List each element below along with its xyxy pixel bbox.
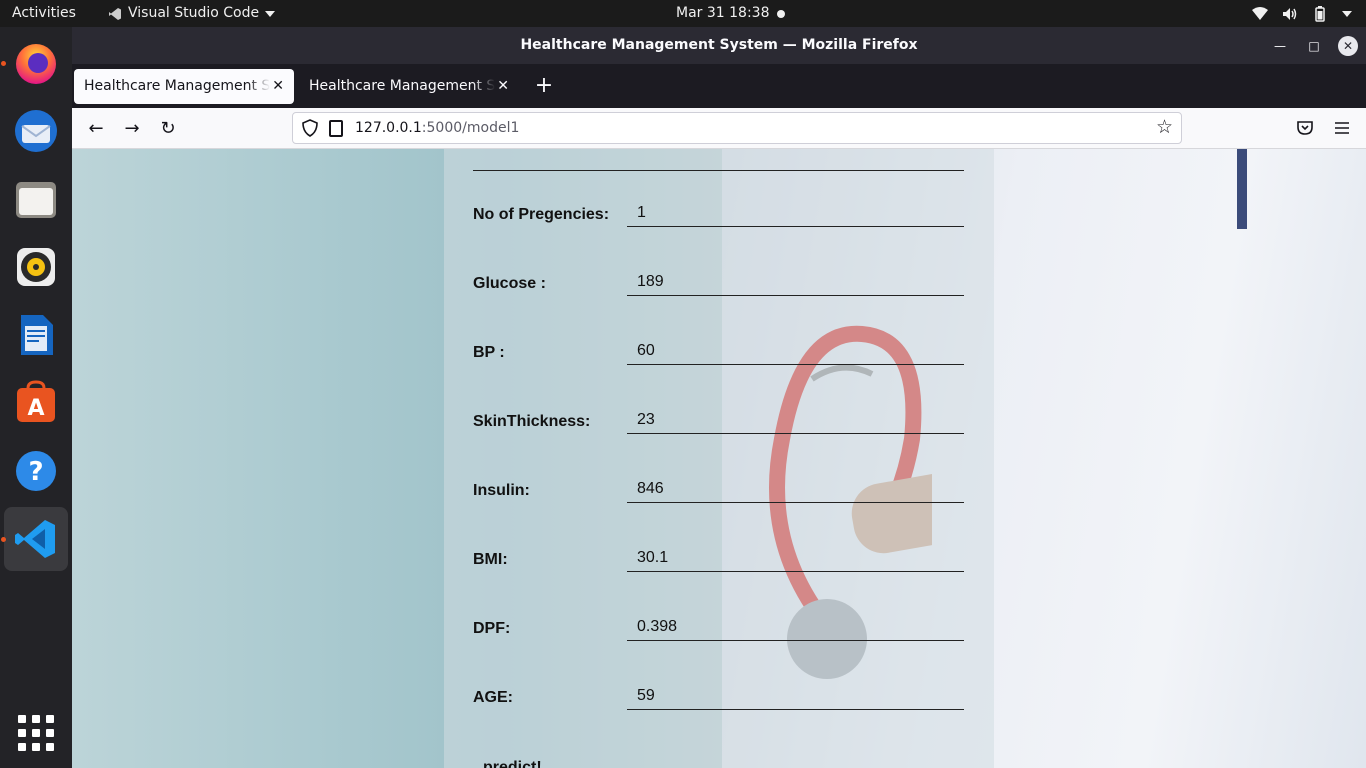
app-menu[interactable]: Visual Studio Code [108,0,276,27]
reload-icon[interactable]: ↻ [156,117,180,141]
vscode-icon [15,520,55,558]
browser-window: Healthcare Management System — Mozilla F… [72,27,1366,768]
tab-label: Healthcare Management System [309,78,495,94]
dock-firefox[interactable] [1,31,68,95]
new-tab-icon[interactable]: + [534,73,554,99]
running-indicator [1,537,6,542]
running-indicator [1,61,6,66]
activities-button[interactable]: Activities [12,0,76,27]
dock-writer[interactable] [4,303,68,367]
back-icon[interactable]: ← [84,117,108,141]
tab-second[interactable]: Healthcare Management System ✕ [299,69,519,104]
field-row-insulin: Insulin: [473,425,964,503]
forward-icon[interactable]: → [120,117,144,141]
clock[interactable]: Mar 31 18:38 [676,0,769,27]
age-input[interactable] [627,682,964,710]
field-row-bp: BP : [473,287,964,365]
battery-icon [1315,5,1325,22]
app-menu-label: Visual Studio Code [128,5,260,21]
predict-button[interactable]: predict! [483,759,542,768]
dock-files[interactable] [4,167,68,231]
tab-close-icon[interactable]: ✕ [497,69,509,104]
power-menu-icon [1342,10,1352,17]
dock-vscode[interactable] [1,507,68,571]
page-content: No of Pregencies: Glucose : BP : SkinThi… [72,149,1366,768]
navigation-bar: ← → ↻ 127.0.0.1:5000/model1 ☆ [72,108,1366,149]
url-path: :5000/model1 [421,120,520,136]
window-title: Healthcare Management System — Mozilla F… [520,37,918,53]
thunderbird-icon [15,110,57,152]
title-bar[interactable]: Healthcare Management System — Mozilla F… [72,27,1366,64]
writer-icon [21,315,53,355]
minimize-icon[interactable]: — [1270,36,1290,56]
files-icon [16,182,56,218]
vscode-mini-icon [109,7,121,20]
field-row-pregnancies: No of Pregencies: [473,149,964,227]
app-menu-icon[interactable] [1334,121,1350,135]
bookmark-star-icon[interactable]: ☆ [1156,116,1173,138]
url-bar[interactable]: 127.0.0.1:5000/model1 ☆ [292,112,1182,144]
dock: A ? [0,27,72,768]
page-info-icon[interactable] [329,120,343,137]
software-icon: A [17,380,55,422]
tab-close-icon[interactable]: ✕ [272,69,284,104]
svg-text:?: ? [28,457,43,487]
field-row-age: AGE: [473,632,964,710]
dock-thunderbird[interactable] [4,99,68,163]
url-host: 127.0.0.1 [355,120,422,136]
dock-help[interactable]: ? [4,439,68,503]
tab-model1-active[interactable]: Healthcare Management System ✕ [74,69,294,104]
url-text[interactable]: 127.0.0.1:5000/model1 [355,113,519,143]
wifi-icon [1252,6,1268,20]
firefox-icon [16,44,56,84]
rhythmbox-icon [17,248,55,286]
chevron-down-icon [265,10,276,17]
pocket-icon[interactable] [1296,120,1314,136]
notification-dot-icon [777,10,785,18]
system-tray[interactable] [1252,0,1352,27]
top-bar: Activities Visual Studio Code Mar 31 18:… [0,0,1366,27]
field-row-bmi: BMI: [473,494,964,572]
dock-software[interactable]: A [4,371,68,435]
tie-stripe [1237,149,1247,229]
show-apps-icon[interactable] [18,715,54,751]
volume-icon [1283,7,1297,20]
maximize-icon[interactable]: □ [1304,36,1324,56]
tab-label: Healthcare Management System [84,78,270,94]
dock-rhythmbox[interactable] [4,235,68,299]
close-window-icon[interactable]: ✕ [1338,36,1358,56]
tab-strip: Healthcare Management System ✕ Healthcar… [72,64,1366,108]
svg-text:A: A [27,396,44,421]
tracking-shield-icon[interactable] [301,119,319,137]
field-row-skin-thickness: SkinThickness: [473,356,964,434]
age-label: AGE: [473,689,513,706]
field-row-dpf: DPF: [473,563,964,641]
field-row-glucose: Glucose : [473,218,964,296]
help-icon: ? [16,451,56,491]
